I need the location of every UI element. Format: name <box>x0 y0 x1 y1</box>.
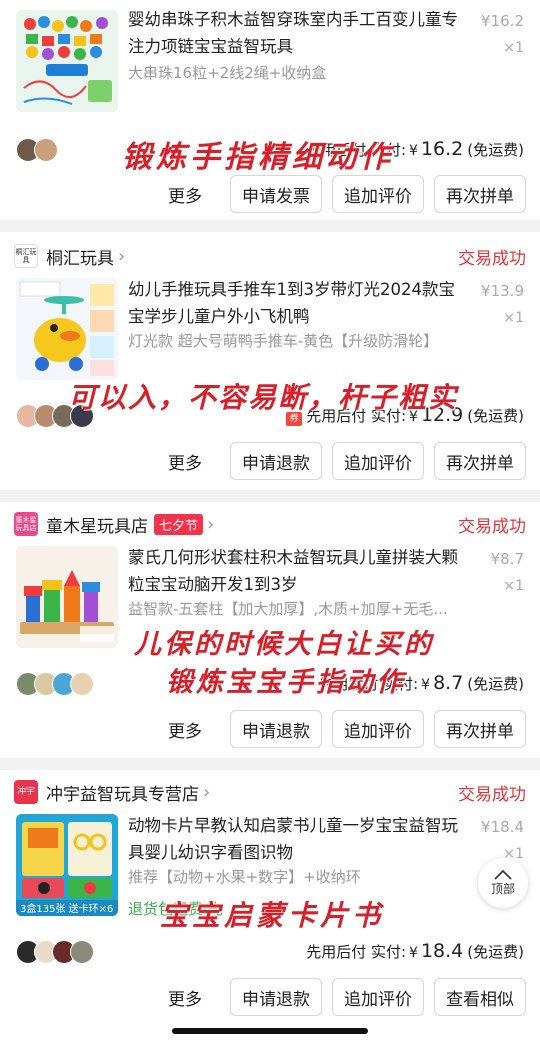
pay-amount: 16.2 <box>420 138 464 160</box>
product-thumbnail[interactable] <box>16 546 118 648</box>
product-title[interactable]: 幼儿手推玩具手推车1到3岁带灯光2024款宝宝学步儿童户外小飞机鸭 <box>128 276 468 330</box>
add-review-button[interactable]: 追加评价 <box>332 978 424 1016</box>
pay-currency: ¥ <box>409 945 418 961</box>
order-card: 婴幼串珠子积木益智穿珠室内手工百变儿童专注力项链宝宝益智玩具 ¥16.2 ×1 … <box>0 0 540 220</box>
more-button[interactable]: 更多 <box>168 717 202 742</box>
pay-currency: ¥ <box>409 143 418 159</box>
shipping-note: (免运费) <box>467 675 524 693</box>
handwritten-overlay: 宝宝启蒙卡片书 <box>160 899 385 932</box>
buyer-avatars <box>16 672 94 696</box>
arrow-up-icon <box>494 869 512 880</box>
more-button[interactable]: 更多 <box>168 182 202 207</box>
handwritten-overlay: 锻炼手指精细动作 <box>122 140 394 175</box>
pay-currency: ¥ <box>421 677 431 693</box>
request-invoice-button[interactable]: 申请发票 <box>230 175 322 213</box>
thumbnail-caption: 3盒135张 送卡环×6 <box>20 904 114 915</box>
chevron-right-icon: › <box>207 513 215 535</box>
product-price: ¥18.4 <box>481 818 524 836</box>
product-quantity: ×1 <box>503 578 524 594</box>
shipping-note: (免运费) <box>467 943 524 961</box>
order-status: 交易成功 <box>458 248 526 269</box>
request-refund-button[interactable]: 申请退款 <box>230 978 322 1016</box>
order-actions: 更多 申请发票 追加评价 再次拼单 <box>168 175 526 213</box>
product-title[interactable]: 婴幼串珠子积木益智穿珠室内手工百变儿童专注力项链宝宝益智玩具 <box>128 6 468 60</box>
pay-prefix: 先用后付 实付: <box>306 943 407 961</box>
payment-summary: 先用后付 实付: ¥ 18.4 (免运费) <box>306 940 524 962</box>
product-spec: 灯光款 超大号萌鸭手推车-黄色【升级防滑轮】 <box>128 332 439 350</box>
back-to-top-button[interactable]: 顶部 <box>478 858 528 908</box>
product-quantity: ×1 <box>503 40 524 56</box>
buyer-avatars <box>16 940 94 964</box>
order-actions: 更多 申请退款 追加评价 再次拼单 <box>168 442 526 480</box>
product-thumbnail[interactable] <box>16 278 118 380</box>
shipping-note: (免运费) <box>467 407 524 425</box>
order-actions: 更多 申请退款 追加评价 查看相似 <box>168 978 526 1016</box>
more-button[interactable]: 更多 <box>168 985 202 1010</box>
order-actions: 更多 申请退款 追加评价 再次拼单 <box>168 710 526 748</box>
product-thumbnail[interactable] <box>16 10 118 112</box>
product-price: ¥8.7 <box>490 550 524 568</box>
reorder-button[interactable]: 再次拼单 <box>434 710 526 748</box>
order-status: 交易成功 <box>458 784 526 805</box>
order-status: 交易成功 <box>458 516 526 537</box>
avatar <box>70 672 94 696</box>
product-title[interactable]: 动物卡片早教认知启蒙书儿童一岁宝宝益智玩具婴儿幼识字看图识物 <box>128 812 468 866</box>
chevron-right-icon: › <box>118 245 126 267</box>
avatar <box>70 940 94 964</box>
add-review-button[interactable]: 追加评价 <box>332 442 424 480</box>
request-refund-button[interactable]: 申请退款 <box>230 710 322 748</box>
product-spec: 益智款-五套柱【加大加厚】,木质+加厚+无毛... <box>128 600 448 618</box>
festival-tag: 七夕节 <box>154 513 204 535</box>
avatar <box>34 138 58 162</box>
pay-amount: 18.4 <box>420 940 464 962</box>
product-spec: 推荐【动物+水果+数字】+收纳环 <box>128 868 361 886</box>
product-title[interactable]: 蒙氏几何形状套柱积木益智玩具儿童拼装大颗粒宝宝动脑开发1到3岁 <box>128 544 468 598</box>
order-card: 冲宇 冲宇益智玩具专营店 › 交易成功 3盒135张 送卡环×6 动物卡片早教认… <box>0 770 540 1046</box>
request-refund-button[interactable]: 申请退款 <box>230 442 322 480</box>
shop-logo: 冲宇 <box>14 780 38 804</box>
shop-header[interactable]: 冲宇 冲宇益智玩具专营店 › 交易成功 <box>14 775 526 809</box>
shipping-note: (免运费) <box>467 141 524 159</box>
add-review-button[interactable]: 追加评价 <box>332 710 424 748</box>
shop-name[interactable]: 冲宇益智玩具专营店 <box>46 780 199 805</box>
view-similar-button[interactable]: 查看相似 <box>434 978 526 1016</box>
reorder-button[interactable]: 再次拼单 <box>434 175 526 213</box>
product-spec: 大串珠16粒+2线2绳+收纳盒 <box>128 64 327 82</box>
shop-name[interactable]: 桐汇玩具 <box>46 244 114 269</box>
home-indicator <box>172 1028 368 1034</box>
handwritten-overlay: 可以入，不容易断，杆子粗实 <box>68 381 459 414</box>
product-price: ¥16.2 <box>481 12 524 30</box>
product-thumbnail[interactable]: 3盒135张 送卡环×6 <box>16 814 118 916</box>
shop-header[interactable]: 桐汇玩具 桐汇玩具 › 交易成功 <box>14 239 526 273</box>
product-price: ¥13.9 <box>481 282 524 300</box>
shop-header[interactable]: 童木星玩具店 童木星玩具店 七夕节 › 交易成功 <box>14 507 526 541</box>
order-card: 童木星玩具店 童木星玩具店 七夕节 › 交易成功 蒙氏几何形状套柱积木益智玩具儿… <box>0 502 540 758</box>
chevron-right-icon: › <box>203 781 211 803</box>
handwritten-overlay: 儿保的时候大白让买的 <box>134 629 434 660</box>
product-quantity: ×1 <box>503 310 524 326</box>
order-card: 桐汇玩具 桐汇玩具 › 交易成功 幼儿手推玩具手推车1到3岁带灯光2024款宝宝… <box>0 232 540 490</box>
buyer-avatars <box>16 138 58 162</box>
more-button[interactable]: 更多 <box>168 449 202 474</box>
shop-name[interactable]: 童木星玩具店 <box>46 512 148 537</box>
add-review-button[interactable]: 追加评价 <box>332 175 424 213</box>
back-to-top-label: 顶部 <box>490 881 515 896</box>
shop-logo: 桐汇玩具 <box>14 244 38 268</box>
handwritten-overlay: 锻炼宝宝手指动作 <box>166 667 406 698</box>
shop-logo: 童木星玩具店 <box>14 512 38 536</box>
reorder-button[interactable]: 再次拼单 <box>434 442 526 480</box>
pay-amount: 8.7 <box>433 672 464 694</box>
